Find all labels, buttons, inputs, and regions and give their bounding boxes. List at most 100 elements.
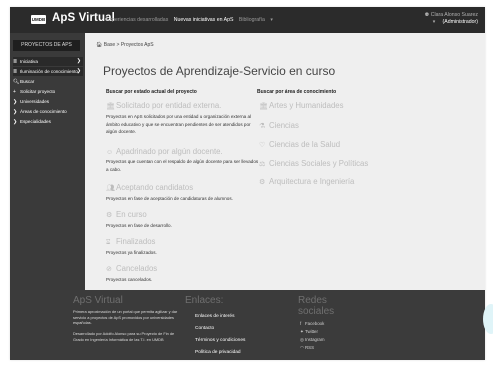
sidebar-item-label: Iluminación de conocimiento — [20, 69, 78, 74]
nav-link-bibliografia-label: Bibliografía — [238, 17, 265, 23]
area-label: Arquitectura e Ingeniería — [269, 177, 355, 186]
footer-link-enlaces[interactable]: Enlaces de interés — [195, 314, 234, 319]
user-menu[interactable]: ⚉ Clara Alonso Suarez ▾ (Administrador) — [425, 12, 478, 26]
sidebar-item-iluminacion[interactable]: ≣ Iluminación de conocimiento ❯ — [13, 67, 83, 76]
area-artes-link[interactable]: 🏛︎Artes y Humanidades — [259, 101, 344, 110]
state-label: Aceptando candidatos — [116, 183, 194, 192]
handshake-icon: ☺︎ — [106, 149, 114, 156]
user-role: (Administrador) — [442, 19, 478, 25]
scale-icon: ⚖︎ — [259, 161, 266, 168]
social-label: Instagram — [305, 337, 325, 342]
user-icon: ⚉ — [424, 12, 430, 18]
sidebar-item-buscar[interactable]: 🔍︎Buscar — [13, 77, 34, 86]
social-label: Facebook — [305, 321, 325, 326]
footer-links-title: Enlaces: — [185, 295, 224, 306]
social-instagram-link[interactable]: ◎Instagram — [300, 337, 325, 343]
chevron-right-icon: ❯ — [13, 109, 18, 115]
footer-credits: Desarrollado por Adolfo Alonso para su P… — [73, 331, 175, 342]
sidebar-title: PROYECTOS DE APS — [13, 40, 80, 51]
chevron-right-icon: ❯ — [13, 99, 18, 105]
social-label: RSS — [305, 345, 315, 350]
state-solicitado-link[interactable]: 🏛︎Solicitado por entidad externa. — [106, 101, 221, 110]
hourglass-icon: ⌛︎ — [106, 239, 111, 246]
state-label: Cancelados — [116, 264, 158, 273]
institution-icon: 🏛︎ — [259, 103, 268, 110]
chevron-down-icon: ❯ — [76, 68, 81, 74]
sidebar-item-especialidades[interactable]: ❯ Especialidades — [13, 117, 51, 126]
social-label: Twitter — [305, 329, 318, 334]
user-name: Clara Alonso Suarez — [430, 12, 478, 18]
flask-icon: ⚗︎ — [259, 123, 266, 130]
sidebar-item-areas[interactable]: ❯ Áreas de conocimiento — [13, 107, 67, 116]
footer: ApS Virtual Primera aproximación de un p… — [10, 290, 485, 360]
state-description: Proyectos ya finalizados. — [106, 250, 157, 255]
breadcrumb[interactable]: 🏠︎ Base > Proyectos ApS — [96, 42, 154, 48]
list-icon: ≣ — [13, 59, 18, 65]
nav-link-bibliografia[interactable]: Bibliografía ▾ — [239, 17, 277, 23]
sidebar-item-label: Solicitar proyecto — [20, 89, 56, 94]
area-sociales-link[interactable]: ⚖︎ Ciencias Sociales y Políticas — [259, 159, 368, 168]
state-apadrinado-link[interactable]: ☺︎ Apadrinado por algún docente. — [106, 147, 223, 156]
sidebar-item-label: Iniciativa — [20, 59, 38, 64]
state-column-header: Buscar por estado actual del proyecto — [106, 89, 197, 95]
chevron-right-icon: ❯ — [13, 119, 18, 125]
state-description: Proyectos en ApS solicitados por una ent… — [106, 114, 252, 134]
ban-icon: ⊘ — [106, 266, 112, 273]
footer-link-contacto[interactable]: Contacto — [195, 326, 214, 331]
sidebar-item-label: Universidades — [20, 99, 50, 104]
footer-link-terminos[interactable]: Términos y condiciones — [195, 338, 245, 343]
social-rss-link[interactable]: ◠RSS — [300, 345, 314, 351]
state-aceptando-link[interactable]: 👥︎Aceptando candidatos — [106, 183, 193, 192]
state-description: Proyectos en fase de aceptación de candi… — [106, 196, 233, 201]
footer-link-privacidad[interactable]: Política de privacidad — [195, 350, 241, 355]
nav-link-experiencias[interactable]: Experiencias desarrolladas — [106, 17, 168, 23]
state-cancelados-link[interactable]: ⊘ Cancelados — [106, 264, 157, 273]
decorative-shape — [483, 304, 493, 334]
browser-page: UMDB ApS Virtual Experiencias desarrolla… — [10, 7, 485, 360]
area-ciencias-link[interactable]: ⚗︎ Ciencias — [259, 121, 299, 130]
sidebar-item-label: Especialidades — [20, 119, 51, 124]
sidebar-item-universidades[interactable]: ❯ Universidades — [13, 97, 49, 106]
footer-social-title: Redes sociales — [298, 295, 335, 317]
state-en-curso-link[interactable]: ⚙︎ En curso — [106, 210, 147, 219]
chevron-down-icon: ▾ — [270, 17, 273, 23]
sidebar-item-iniciativa[interactable]: ≣ Iniciativa ❯ — [13, 57, 83, 66]
state-description: Proyectos que cuentan con el respaldo de… — [106, 159, 259, 172]
heart-icon: ♡︎ — [259, 142, 266, 149]
plus-icon: + — [13, 89, 16, 95]
nav-link-nuevas-iniciativas[interactable]: Nuevas iniciativas en ApS — [174, 17, 234, 23]
institution-icon: 🏛︎ — [106, 103, 115, 110]
social-facebook-link[interactable]: f Facebook — [300, 321, 324, 326]
footer-brand-title: ApS Virtual — [73, 295, 123, 306]
sidebar-item-label: Buscar — [20, 79, 35, 84]
area-label: Artes y Humanidades — [269, 101, 344, 110]
chevron-down-icon: ❯ — [76, 58, 81, 64]
social-twitter-link[interactable]: ✦Twitter — [300, 329, 318, 335]
sidebar-item-solicitar-proyecto[interactable]: + Solicitar proyecto — [13, 87, 55, 96]
footer-description: Primera aproximación de un portal que pe… — [73, 309, 178, 325]
state-description: Proyectos en fase de desarrollo. — [106, 223, 172, 228]
state-label: Solicitado por entidad externa. — [116, 101, 222, 110]
page-title: Proyectos de Aprendizaje-Servicio en cur… — [103, 64, 336, 78]
state-label: En curso — [116, 210, 147, 219]
users-icon: 👥︎ — [106, 185, 115, 192]
gear-icon: ⚙︎ — [259, 179, 266, 186]
sidebar-item-label: Áreas de conocimiento — [20, 109, 67, 114]
university-logo[interactable]: UMDB — [31, 15, 46, 24]
state-label: Finalizados — [116, 237, 156, 246]
state-finalizados-link[interactable]: ⌛︎ Finalizados — [106, 237, 155, 247]
area-label: Ciencias Sociales y Políticas — [269, 159, 369, 168]
list-icon: ≣ — [13, 69, 18, 75]
sidebar: PROYECTOS DE APS ≣ Iniciativa ❯ ≣ Iluminac… — [10, 33, 85, 290]
area-arquitectura-link[interactable]: ⚙︎ Arquitectura e Ingeniería — [259, 177, 354, 186]
state-description: Proyectos cancelados. — [106, 277, 153, 282]
area-column-header: Buscar por área de conocimiento — [257, 89, 337, 95]
area-label: Ciencias — [269, 121, 299, 130]
state-label: Apadrinado por algún docente. — [116, 147, 223, 156]
chevron-down-icon: ▾ — [432, 19, 436, 25]
gear-icon: ⚙︎ — [106, 212, 113, 219]
area-label: Ciencias de la Salud — [269, 140, 341, 149]
nav-links: Experiencias desarrolladas Nuevas inicia… — [106, 17, 281, 23]
search-icon: 🔍︎ — [13, 79, 20, 85]
area-salud-link[interactable]: ♡︎ Ciencias de la Salud — [259, 140, 340, 149]
